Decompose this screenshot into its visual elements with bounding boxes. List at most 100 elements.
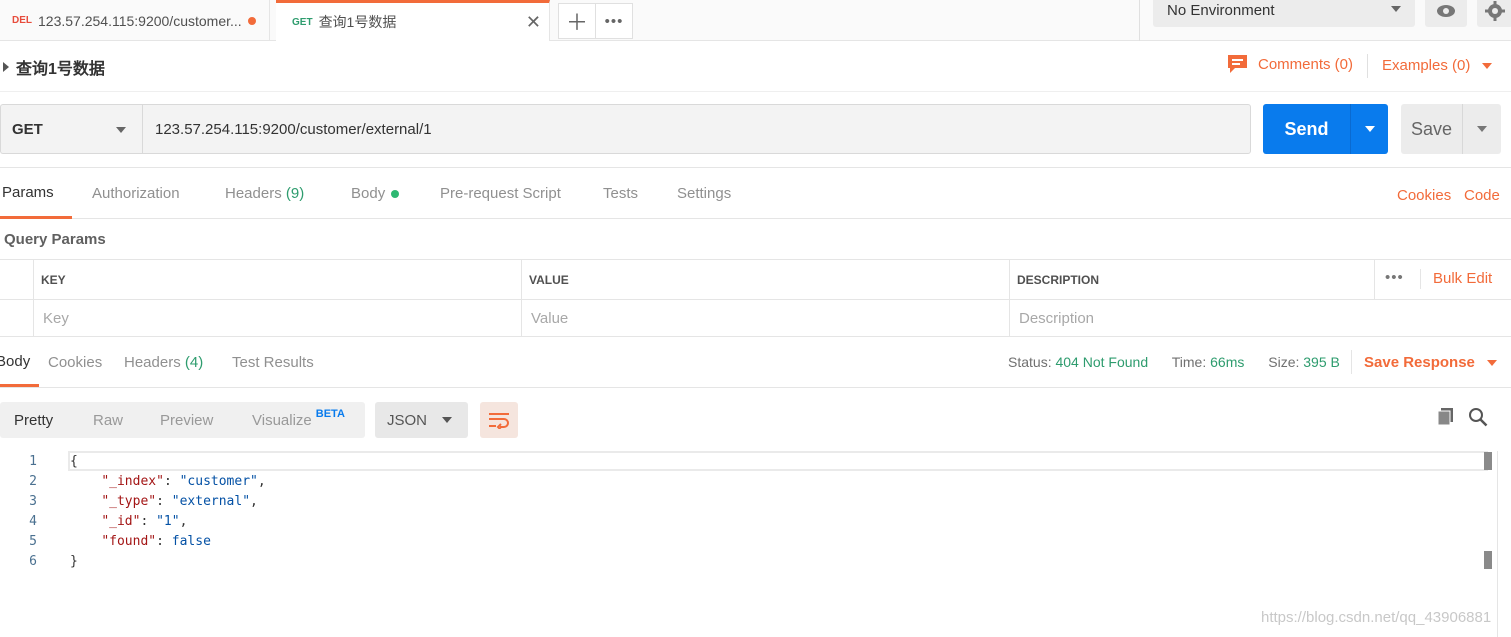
environment-quick-look-button[interactable] <box>1425 0 1467 27</box>
request-tabs: Params Authorization Headers (9) Body Pr… <box>0 167 1511 219</box>
json-key: "_index" <box>101 474 164 489</box>
tab-response-headers[interactable]: Headers (4) <box>124 338 203 387</box>
environment-select[interactable]: No Environment <box>1153 0 1415 27</box>
status-label: Status: <box>1008 354 1052 370</box>
params-table: KEY VALUE DESCRIPTION ••• Bulk Edit Key … <box>0 259 1511 337</box>
preview-button[interactable]: Preview <box>160 402 213 438</box>
status-value[interactable]: 404 Not Found <box>1055 354 1148 370</box>
examples-label: Examples (0) <box>1382 57 1471 74</box>
size-value[interactable]: 395 B <box>1303 354 1340 370</box>
beta-badge: BETA <box>315 408 345 420</box>
column-header-key: KEY <box>33 260 521 299</box>
save-options-button[interactable] <box>1462 104 1501 154</box>
chevron-down-icon <box>442 417 452 423</box>
code-line: "found": false <box>101 534 211 549</box>
url-input[interactable]: 123.57.254.115:9200/customer/external/1 <box>142 104 1251 154</box>
scrollbar-thumb[interactable] <box>1484 452 1492 470</box>
format-label: JSON <box>387 411 428 429</box>
url-text: 123.57.254.115:9200/customer/external/1 <box>155 120 432 138</box>
tab-headers[interactable]: Headers (9) <box>225 168 304 219</box>
body-indicator-dot-icon <box>391 189 400 198</box>
headers-count: (9) <box>285 185 305 202</box>
time-value[interactable]: 66ms <box>1210 354 1244 370</box>
query-params-title: Query Params <box>4 231 106 248</box>
line-number: 1 <box>29 454 37 469</box>
json-key: "_type" <box>101 494 157 509</box>
more-tabs-button[interactable]: ••• <box>596 3 633 39</box>
time-label: Time: <box>1171 354 1207 370</box>
tab-settings[interactable]: Settings <box>677 168 731 219</box>
visualize-button[interactable]: Visualize BETA <box>252 402 345 438</box>
raw-button[interactable]: Raw <box>93 402 123 438</box>
eye-icon <box>1437 4 1455 17</box>
column-header-value: VALUE <box>521 260 1009 299</box>
expand-arrow-icon[interactable] <box>3 62 9 72</box>
tab-prerequest-script[interactable]: Pre-request Script <box>440 168 561 219</box>
chevron-down-icon <box>1486 359 1497 366</box>
divider <box>1497 451 1498 637</box>
value-input[interactable]: Value <box>521 299 1009 337</box>
request-tab-delete[interactable]: DEL 123.57.254.115:9200/customer... <box>0 0 270 41</box>
tab-method-badge: DEL <box>12 15 32 26</box>
wrap-lines-icon <box>489 413 509 429</box>
chevron-down-icon <box>1482 62 1493 69</box>
size-label: Size: <box>1268 354 1300 370</box>
request-tab-get[interactable]: GET 查询1号数据 ✕ <box>276 0 550 41</box>
copy-icon[interactable] <box>1436 407 1456 430</box>
method-label: GET <box>12 120 43 138</box>
line-number: 4 <box>29 514 37 529</box>
tab-bar: DEL 123.57.254.115:9200/customer... GET … <box>0 0 1511 41</box>
settings-button[interactable] <box>1477 0 1511 27</box>
method-select[interactable]: GET <box>0 104 142 154</box>
wrap-lines-button[interactable] <box>480 402 518 438</box>
punctuation: , <box>179 514 188 529</box>
send-button[interactable]: Send <box>1263 104 1350 154</box>
punctuation: , <box>257 474 266 489</box>
format-select[interactable]: JSON <box>375 402 468 438</box>
save-response-dropdown[interactable]: Save Response <box>1364 354 1497 371</box>
divider <box>1367 54 1368 78</box>
tab-headers-label: Headers <box>225 185 282 202</box>
column-header-description: DESCRIPTION <box>1009 260 1374 299</box>
comments-label: Comments (0) <box>1258 55 1354 73</box>
tab-params[interactable]: Params <box>0 168 72 219</box>
tab-method-badge: GET <box>292 16 313 28</box>
code-line: "_id": "1", <box>101 514 188 529</box>
punctuation: , <box>250 494 258 509</box>
visualize-label: Visualize <box>252 411 312 429</box>
chevron-down-icon <box>1477 126 1487 132</box>
bulk-edit-link[interactable]: Bulk Edit <box>1433 270 1492 287</box>
code-line: { <box>70 454 78 469</box>
tab-test-results[interactable]: Test Results <box>232 338 314 387</box>
tab-response-body[interactable]: Body <box>0 338 40 387</box>
divider <box>1351 350 1352 374</box>
view-mode-bar: Pretty Raw Preview Visualize BETA <box>0 402 365 438</box>
tab-title: 123.57.254.115:9200/customer... <box>38 12 242 29</box>
tab-authorization[interactable]: Authorization <box>92 168 180 219</box>
pretty-button[interactable]: Pretty <box>14 402 53 438</box>
comments-button[interactable]: Comments (0) <box>1227 54 1353 74</box>
code-line: "_index": "customer", <box>101 474 266 489</box>
send-options-button[interactable] <box>1350 104 1388 154</box>
gear-icon <box>1485 0 1505 21</box>
divider <box>1420 269 1421 289</box>
tab-response-cookies[interactable]: Cookies <box>48 338 102 387</box>
tab-body[interactable]: Body <box>351 168 400 219</box>
json-key: "_id" <box>101 514 141 529</box>
line-number: 3 <box>29 494 37 509</box>
tab-response-headers-label: Headers <box>124 354 181 371</box>
cookies-link[interactable]: Cookies <box>1397 187 1451 204</box>
add-tab-button[interactable]: ＋ <box>558 3 596 39</box>
save-button[interactable]: Save <box>1401 104 1462 154</box>
search-icon[interactable] <box>1468 407 1488 430</box>
tab-tests[interactable]: Tests <box>603 168 638 219</box>
key-input[interactable]: Key <box>33 299 521 337</box>
close-icon[interactable]: ✕ <box>526 12 541 33</box>
code-link[interactable]: Code <box>1464 187 1500 204</box>
request-name[interactable]: 查询1号数据 <box>16 55 105 79</box>
description-input[interactable]: Description <box>1009 299 1511 337</box>
unsaved-dot-icon <box>247 16 256 25</box>
more-options-icon[interactable]: ••• <box>1385 269 1404 286</box>
examples-dropdown[interactable]: Examples (0) <box>1382 57 1493 74</box>
scrollbar-thumb[interactable] <box>1484 551 1492 569</box>
